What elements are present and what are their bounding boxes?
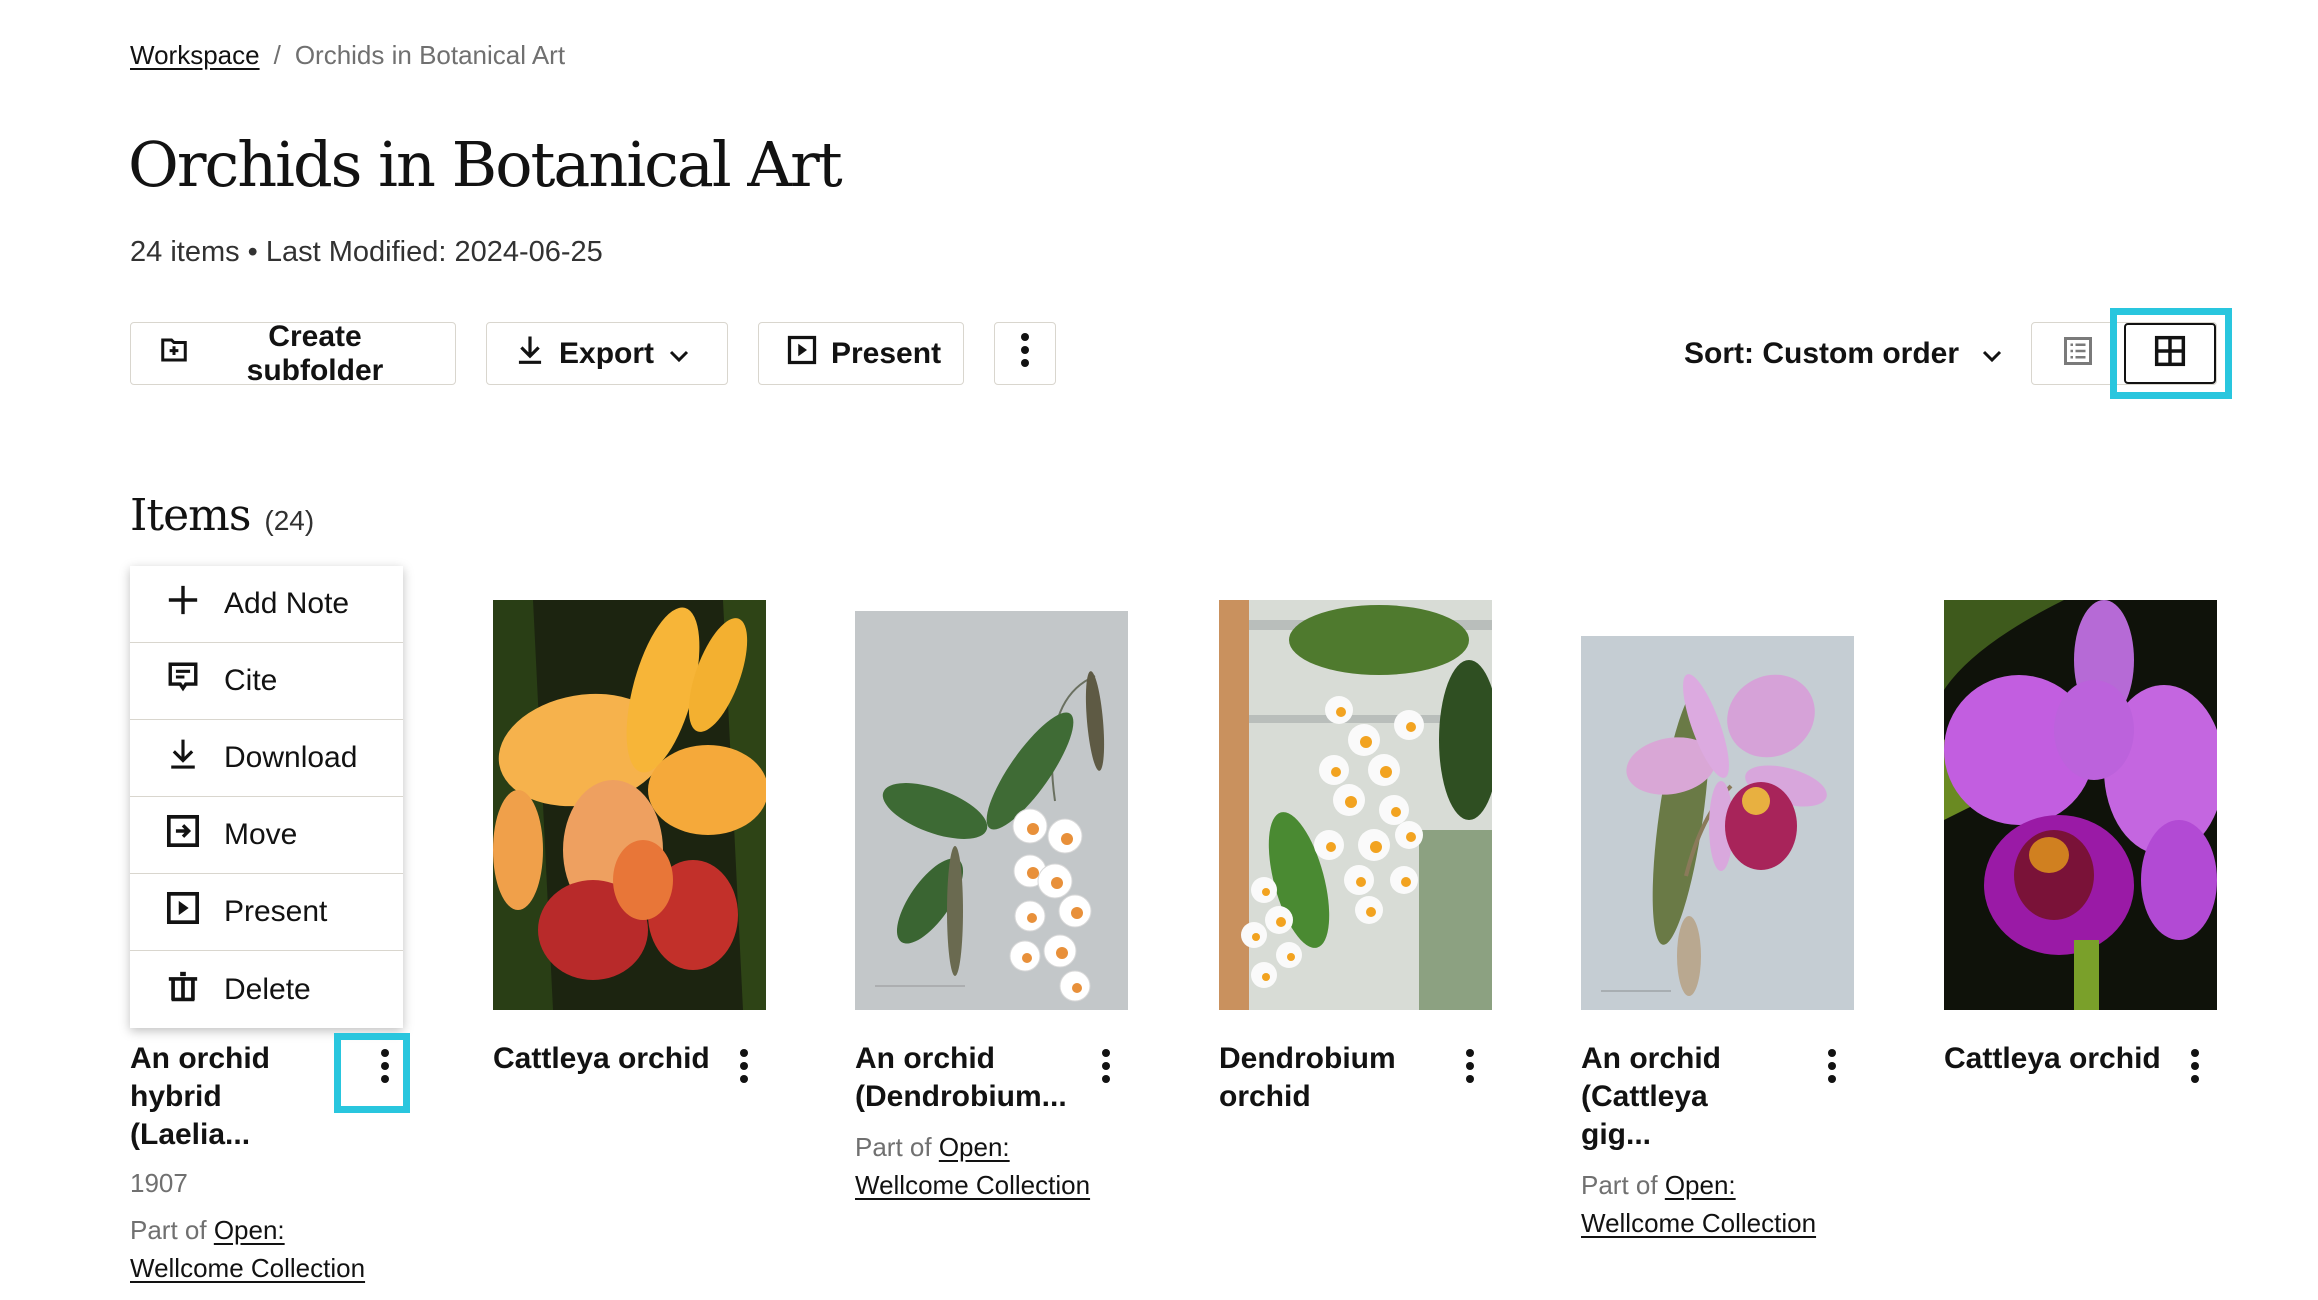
more-vertical-icon	[1465, 1048, 1475, 1089]
breadcrumb-workspace-link[interactable]: Workspace	[130, 40, 260, 71]
grid-view-button[interactable]	[2123, 323, 2216, 384]
list-view-button[interactable]	[2032, 323, 2124, 384]
menu-item-download[interactable]: Download	[130, 720, 403, 797]
item-thumbnail[interactable]	[1944, 600, 2217, 1010]
more-vertical-icon	[2190, 1048, 2200, 1089]
more-vertical-icon	[739, 1048, 749, 1089]
item-title[interactable]: An orchid (Cattleya gig...	[1581, 1040, 1781, 1154]
breadcrumb: Workspace / Orchids in Botanical Art	[130, 40, 565, 71]
present-icon	[166, 891, 200, 933]
item-more-button[interactable]	[363, 1042, 407, 1094]
create-subfolder-button[interactable]: Create subfolder	[130, 319, 456, 387]
menu-item-label: Cite	[224, 664, 278, 697]
item-thumbnail[interactable]	[493, 600, 766, 1010]
grid-view-icon	[2154, 335, 2186, 372]
sort-dropdown[interactable]: Sort: Custom order	[1684, 332, 2003, 376]
item-more-button[interactable]	[722, 1042, 766, 1094]
list-view-icon	[2063, 336, 2093, 371]
more-vertical-icon	[1827, 1048, 1837, 1089]
move-icon	[166, 814, 200, 856]
menu-item-move[interactable]: Move	[130, 797, 403, 874]
more-vertical-icon	[1020, 332, 1030, 376]
item-thumbnail[interactable]	[1219, 600, 1492, 1010]
item-part-of: Part of Open: Wellcome Collection	[855, 1128, 1128, 1204]
download-icon	[515, 334, 545, 374]
download-icon	[166, 737, 200, 779]
breadcrumb-current: Orchids in Botanical Art	[294, 40, 566, 70]
item-thumbnail[interactable]	[855, 611, 1128, 1010]
item-title[interactable]: An orchid hybrid (Laelia...	[130, 1040, 330, 1154]
item-more-button[interactable]	[2173, 1042, 2217, 1094]
more-vertical-icon	[1101, 1048, 1111, 1089]
export-button[interactable]: Export	[486, 322, 728, 385]
present-button[interactable]: Present	[758, 322, 964, 385]
plus-icon	[166, 583, 200, 625]
menu-item-label: Delete	[224, 972, 311, 1006]
part-of-prefix: Part of	[855, 1132, 932, 1162]
view-toggle	[2031, 322, 2217, 385]
item-more-button[interactable]	[1084, 1042, 1128, 1094]
page-meta: 24 items • Last Modified: 2024-06-25	[130, 236, 603, 268]
item-date: 1907	[130, 1168, 188, 1198]
more-vertical-icon	[380, 1048, 390, 1089]
present-label: Present	[831, 336, 942, 370]
trash-icon	[166, 969, 200, 1011]
menu-item-label: Present	[224, 895, 328, 928]
menu-item-label: Move	[224, 818, 298, 851]
part-of-prefix: Part of	[1581, 1170, 1658, 1200]
item-title[interactable]: Cattleya orchid	[1944, 1040, 2164, 1094]
item-more-button[interactable]	[1448, 1042, 1492, 1094]
item-title[interactable]: An orchid (Dendrobium...	[855, 1040, 1067, 1116]
item-context-menu: Add Note Cite Download Move Present Dele…	[130, 566, 403, 1028]
item-part-of: Part of Open: Wellcome Collection	[130, 1211, 403, 1287]
menu-item-cite[interactable]: Cite	[130, 643, 403, 720]
breadcrumb-separator: /	[273, 40, 281, 70]
create-subfolder-label: Create subfolder	[246, 319, 384, 387]
menu-item-label: Add Note	[224, 587, 350, 620]
chevron-down-icon	[1981, 337, 2003, 371]
items-heading-label: Items	[130, 490, 251, 541]
item-part-of: Part of Open: Wellcome Collection	[1581, 1166, 1854, 1242]
menu-item-delete[interactable]: Delete	[130, 951, 403, 1028]
menu-item-add-note[interactable]: Add Note	[130, 566, 403, 643]
sort-label: Sort: Custom order	[1684, 337, 1960, 370]
chevron-down-icon	[668, 337, 690, 371]
items-count: (24)	[264, 505, 315, 536]
item-title[interactable]: Dendrobium orchid	[1219, 1040, 1419, 1116]
folder-plus-icon	[159, 335, 189, 373]
item-title[interactable]: Cattleya orchid	[493, 1040, 713, 1094]
page-title: Orchids in Botanical Art	[128, 128, 843, 201]
export-label: Export	[559, 336, 655, 370]
present-icon	[787, 335, 817, 373]
menu-item-present[interactable]: Present	[130, 874, 403, 951]
more-options-button[interactable]	[994, 322, 1056, 385]
item-more-button[interactable]	[1810, 1042, 1854, 1094]
item-thumbnail[interactable]	[1581, 636, 1854, 1010]
part-of-prefix: Part of	[130, 1215, 207, 1245]
menu-item-label: Download	[224, 741, 358, 774]
items-heading: Items (24)	[130, 490, 314, 541]
cite-icon	[166, 660, 200, 702]
